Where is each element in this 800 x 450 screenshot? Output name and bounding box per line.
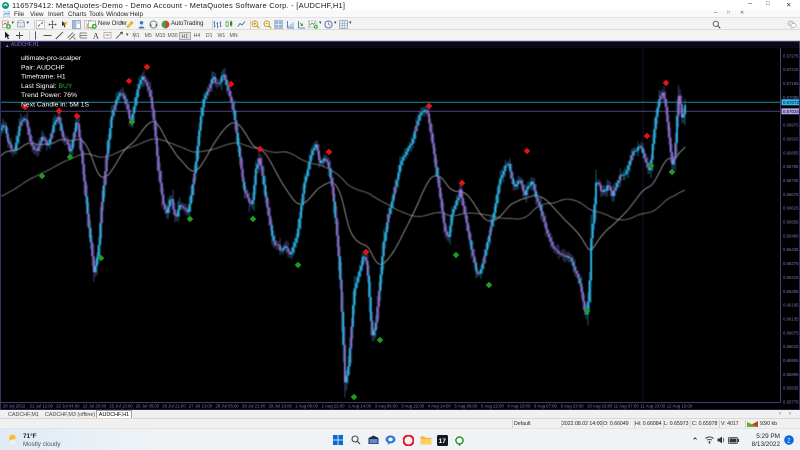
svg-text:0.65835: 0.65835	[783, 386, 799, 391]
svg-text:0.65775: 0.65775	[783, 400, 799, 405]
svg-text:0.66555: 0.66555	[783, 220, 799, 225]
svg-text:0.67275: 0.67275	[783, 53, 799, 58]
svg-text:2 Aug 14:00: 2 Aug 14:00	[348, 404, 372, 409]
svg-text:27 Jul 13:00: 27 Jul 13:00	[189, 404, 213, 409]
svg-text:A: A	[93, 32, 99, 41]
svg-text:Next Candle in: 5M 1S: Next Candle in: 5M 1S	[21, 102, 89, 109]
svg-text:9 Aug 23:00: 9 Aug 23:00	[561, 404, 585, 409]
svg-text:Trend Power: 76%: Trend Power: 76%	[21, 92, 77, 99]
svg-text:0.66375: 0.66375	[783, 261, 799, 266]
svg-text:22 Jul 04:00: 22 Jul 04:00	[56, 404, 80, 409]
svg-text:0.66435: 0.66435	[783, 247, 799, 252]
svg-text:25 Jul 13:00: 25 Jul 13:00	[109, 404, 133, 409]
svg-text:0.66135: 0.66135	[783, 316, 799, 321]
svg-text:20 Jul 2022: 20 Jul 2022	[3, 404, 26, 409]
svg-text:0.66075: 0.66075	[783, 330, 799, 335]
svg-text:3 Aug 22:00: 3 Aug 22:00	[401, 404, 425, 409]
svg-text:3 Aug 06:00: 3 Aug 06:00	[375, 404, 399, 409]
svg-text:28 Jul 21:00: 28 Jul 21:00	[242, 404, 266, 409]
svg-text:1 Aug 06:00: 1 Aug 06:00	[295, 404, 319, 409]
svg-text:8 Aug 15:00: 8 Aug 15:00	[507, 404, 531, 409]
svg-text:17: 17	[439, 438, 447, 445]
svg-text:1 Aug 22:00: 1 Aug 22:00	[322, 404, 346, 409]
svg-text:0.66795: 0.66795	[783, 164, 799, 169]
svg-text:ultimate-pro-scalper: ultimate-pro-scalper	[21, 55, 82, 62]
svg-text:0.66315: 0.66315	[783, 275, 799, 280]
svg-text:0.66855: 0.66855	[783, 150, 799, 155]
svg-text:0.67155: 0.67155	[783, 81, 799, 86]
svg-text:0.66255: 0.66255	[783, 289, 799, 294]
svg-text:0.66675: 0.66675	[783, 192, 799, 197]
svg-text:2: 2	[787, 437, 791, 444]
svg-text:11 Aug 23:00: 11 Aug 23:00	[640, 404, 666, 409]
svg-text:0.65955: 0.65955	[783, 358, 799, 363]
svg-text:0.66915: 0.66915	[783, 136, 799, 141]
svg-text:0.66615: 0.66615	[783, 206, 799, 211]
svg-text:10 Aug 15:00: 10 Aug 15:00	[587, 404, 613, 409]
svg-text:22 Jul 20:00: 22 Jul 20:00	[83, 404, 107, 409]
svg-text:26 Jul 21:00: 26 Jul 21:00	[162, 404, 186, 409]
svg-text:29 Jul 13:00: 29 Jul 13:00	[269, 404, 293, 409]
svg-text:0.66495: 0.66495	[783, 233, 799, 238]
svg-text:Last Signal: BUY: Last Signal: BUY	[21, 83, 73, 90]
svg-text:0.66015: 0.66015	[783, 344, 799, 349]
svg-text:0.67034: 0.67034	[783, 109, 799, 114]
svg-text:11 Aug 07:00: 11 Aug 07:00	[614, 404, 640, 409]
svg-text:4 Aug 14:00: 4 Aug 14:00	[428, 404, 452, 409]
svg-text:5 Aug 22:00: 5 Aug 22:00	[481, 404, 505, 409]
svg-text:21 Jul 12:00: 21 Jul 12:00	[30, 404, 54, 409]
svg-text:12 Aug 15:00: 12 Aug 15:00	[667, 404, 693, 409]
svg-text:0.66735: 0.66735	[783, 178, 799, 183]
svg-text:0.66975: 0.66975	[783, 123, 799, 128]
svg-text:28 Jul 05:00: 28 Jul 05:00	[215, 404, 239, 409]
svg-text:9 Aug 07:00: 9 Aug 07:00	[534, 404, 558, 409]
svg-text:0.67073: 0.67073	[783, 100, 799, 105]
svg-text:0.67215: 0.67215	[783, 67, 799, 72]
svg-text:Pair: AUDCHF: Pair: AUDCHF	[21, 64, 65, 71]
svg-text:0.66195: 0.66195	[783, 303, 799, 308]
svg-text:26 Jul 05:00: 26 Jul 05:00	[136, 404, 160, 409]
svg-text:5 Aug 06:00: 5 Aug 06:00	[454, 404, 478, 409]
svg-text:0.65895: 0.65895	[783, 372, 799, 377]
svg-text:Timeframe: H1: Timeframe: H1	[21, 74, 66, 81]
